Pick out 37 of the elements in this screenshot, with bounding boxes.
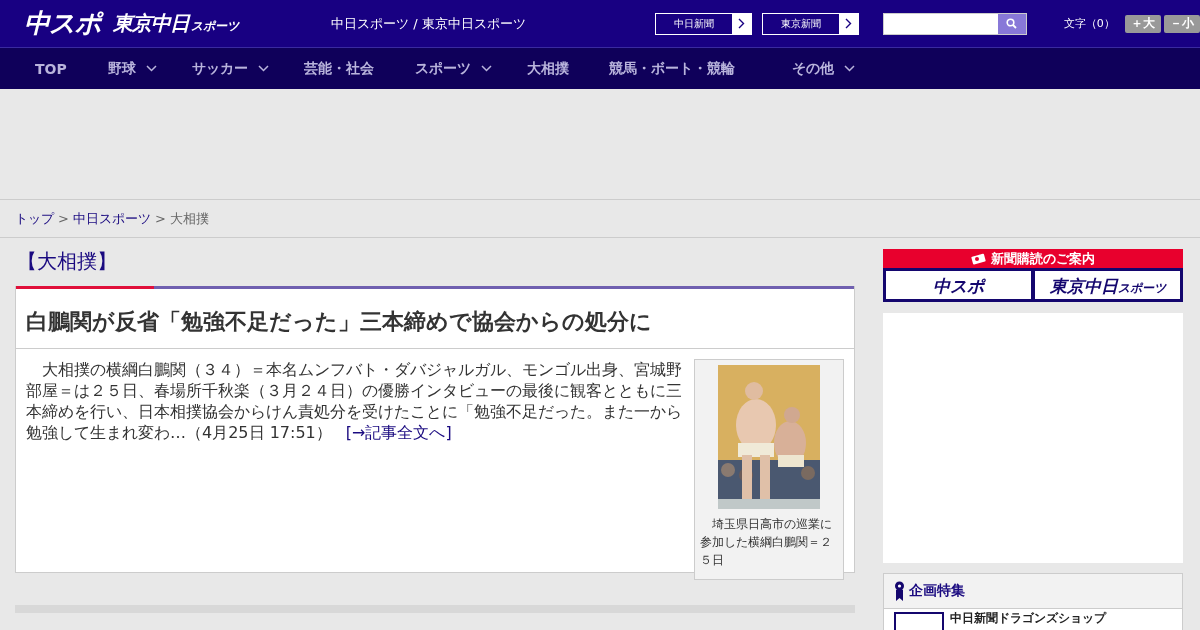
newspaper-link[interactable]: 中日新聞 <box>654 12 752 35</box>
font-size-label: 文字（0） <box>1063 16 1115 31</box>
breadcrumb-separator: > <box>58 211 69 226</box>
breadcrumb-link[interactable]: 中日スポーツ <box>72 209 151 228</box>
breadcrumb-link[interactable]: トップ <box>15 209 54 228</box>
chevron-right-icon <box>844 18 852 29</box>
newspaper-link[interactable]: 東京新聞 <box>761 12 859 35</box>
breadcrumb-current: 大相撲 <box>169 209 209 228</box>
breadcrumb-separator: > <box>154 211 166 226</box>
nav-item[interactable]: その他 <box>791 59 855 78</box>
read-more-link[interactable]: [→記事全文へ] <box>345 423 452 442</box>
site-logo[interactable]: 東京中日 <box>113 10 189 37</box>
nav-item[interactable]: スポーツ <box>414 59 492 78</box>
nav-item[interactable]: 芸能・社会 <box>303 59 374 78</box>
nav-item[interactable]: サッカー <box>191 59 269 78</box>
search-field[interactable] <box>882 12 1027 35</box>
nav-item[interactable]: TOP <box>35 60 67 77</box>
search-button[interactable] <box>997 13 1026 34</box>
article-headline: 白鵬関が反省「勉強不足だった」三本締めで協会からの処分に <box>16 289 854 349</box>
logo-subtext: スポーツ <box>191 18 239 35</box>
ribbon-icon <box>894 581 905 601</box>
site-title: 中日スポーツ / 東京中日スポーツ <box>331 14 526 33</box>
logo-subtext: スポーツ <box>1117 281 1166 297</box>
chevron-right-icon <box>737 18 745 29</box>
search-icon <box>1006 18 1018 29</box>
photo-caption: 埼玉県日高市の巡業に参加した横綱白鵬関＝２５日 <box>700 516 833 569</box>
ticket-icon <box>971 252 987 265</box>
nav-item[interactable]: 野球 <box>107 59 157 78</box>
newspaper-logo: 中スポ <box>933 275 984 298</box>
category-heading: 【大相撲】 <box>16 248 118 275</box>
banner-title: 新聞購読のご案内 <box>991 249 1095 268</box>
nav-item[interactable]: 競馬・ボート・競輪 <box>608 59 735 78</box>
subscription-banner[interactable]: 新聞購読のご案内 中スポ 東京中日スポーツ <box>883 249 1183 302</box>
article-summary: 大相撲の横綱白鵬関（３４）＝本名ムンフバト・ダバジャルガル、モンゴル出身、宮城野部屋＝は２５日、春場所千秋楽（３月２４日）の優勝インタビューの最後に観客とともに三本締めを行い、日本相撲協会からけん責処分を受けたことに「勉強不足だった。また一から勉強して生まれ変わ…（4月25日 17:51） [→記事全文へ] <box>26 359 683 444</box>
nav-item[interactable]: 大相撲 <box>526 59 569 78</box>
feature-title: 企画特集 <box>909 582 965 600</box>
newspaper-logo: 東京中日 <box>1049 275 1118 298</box>
